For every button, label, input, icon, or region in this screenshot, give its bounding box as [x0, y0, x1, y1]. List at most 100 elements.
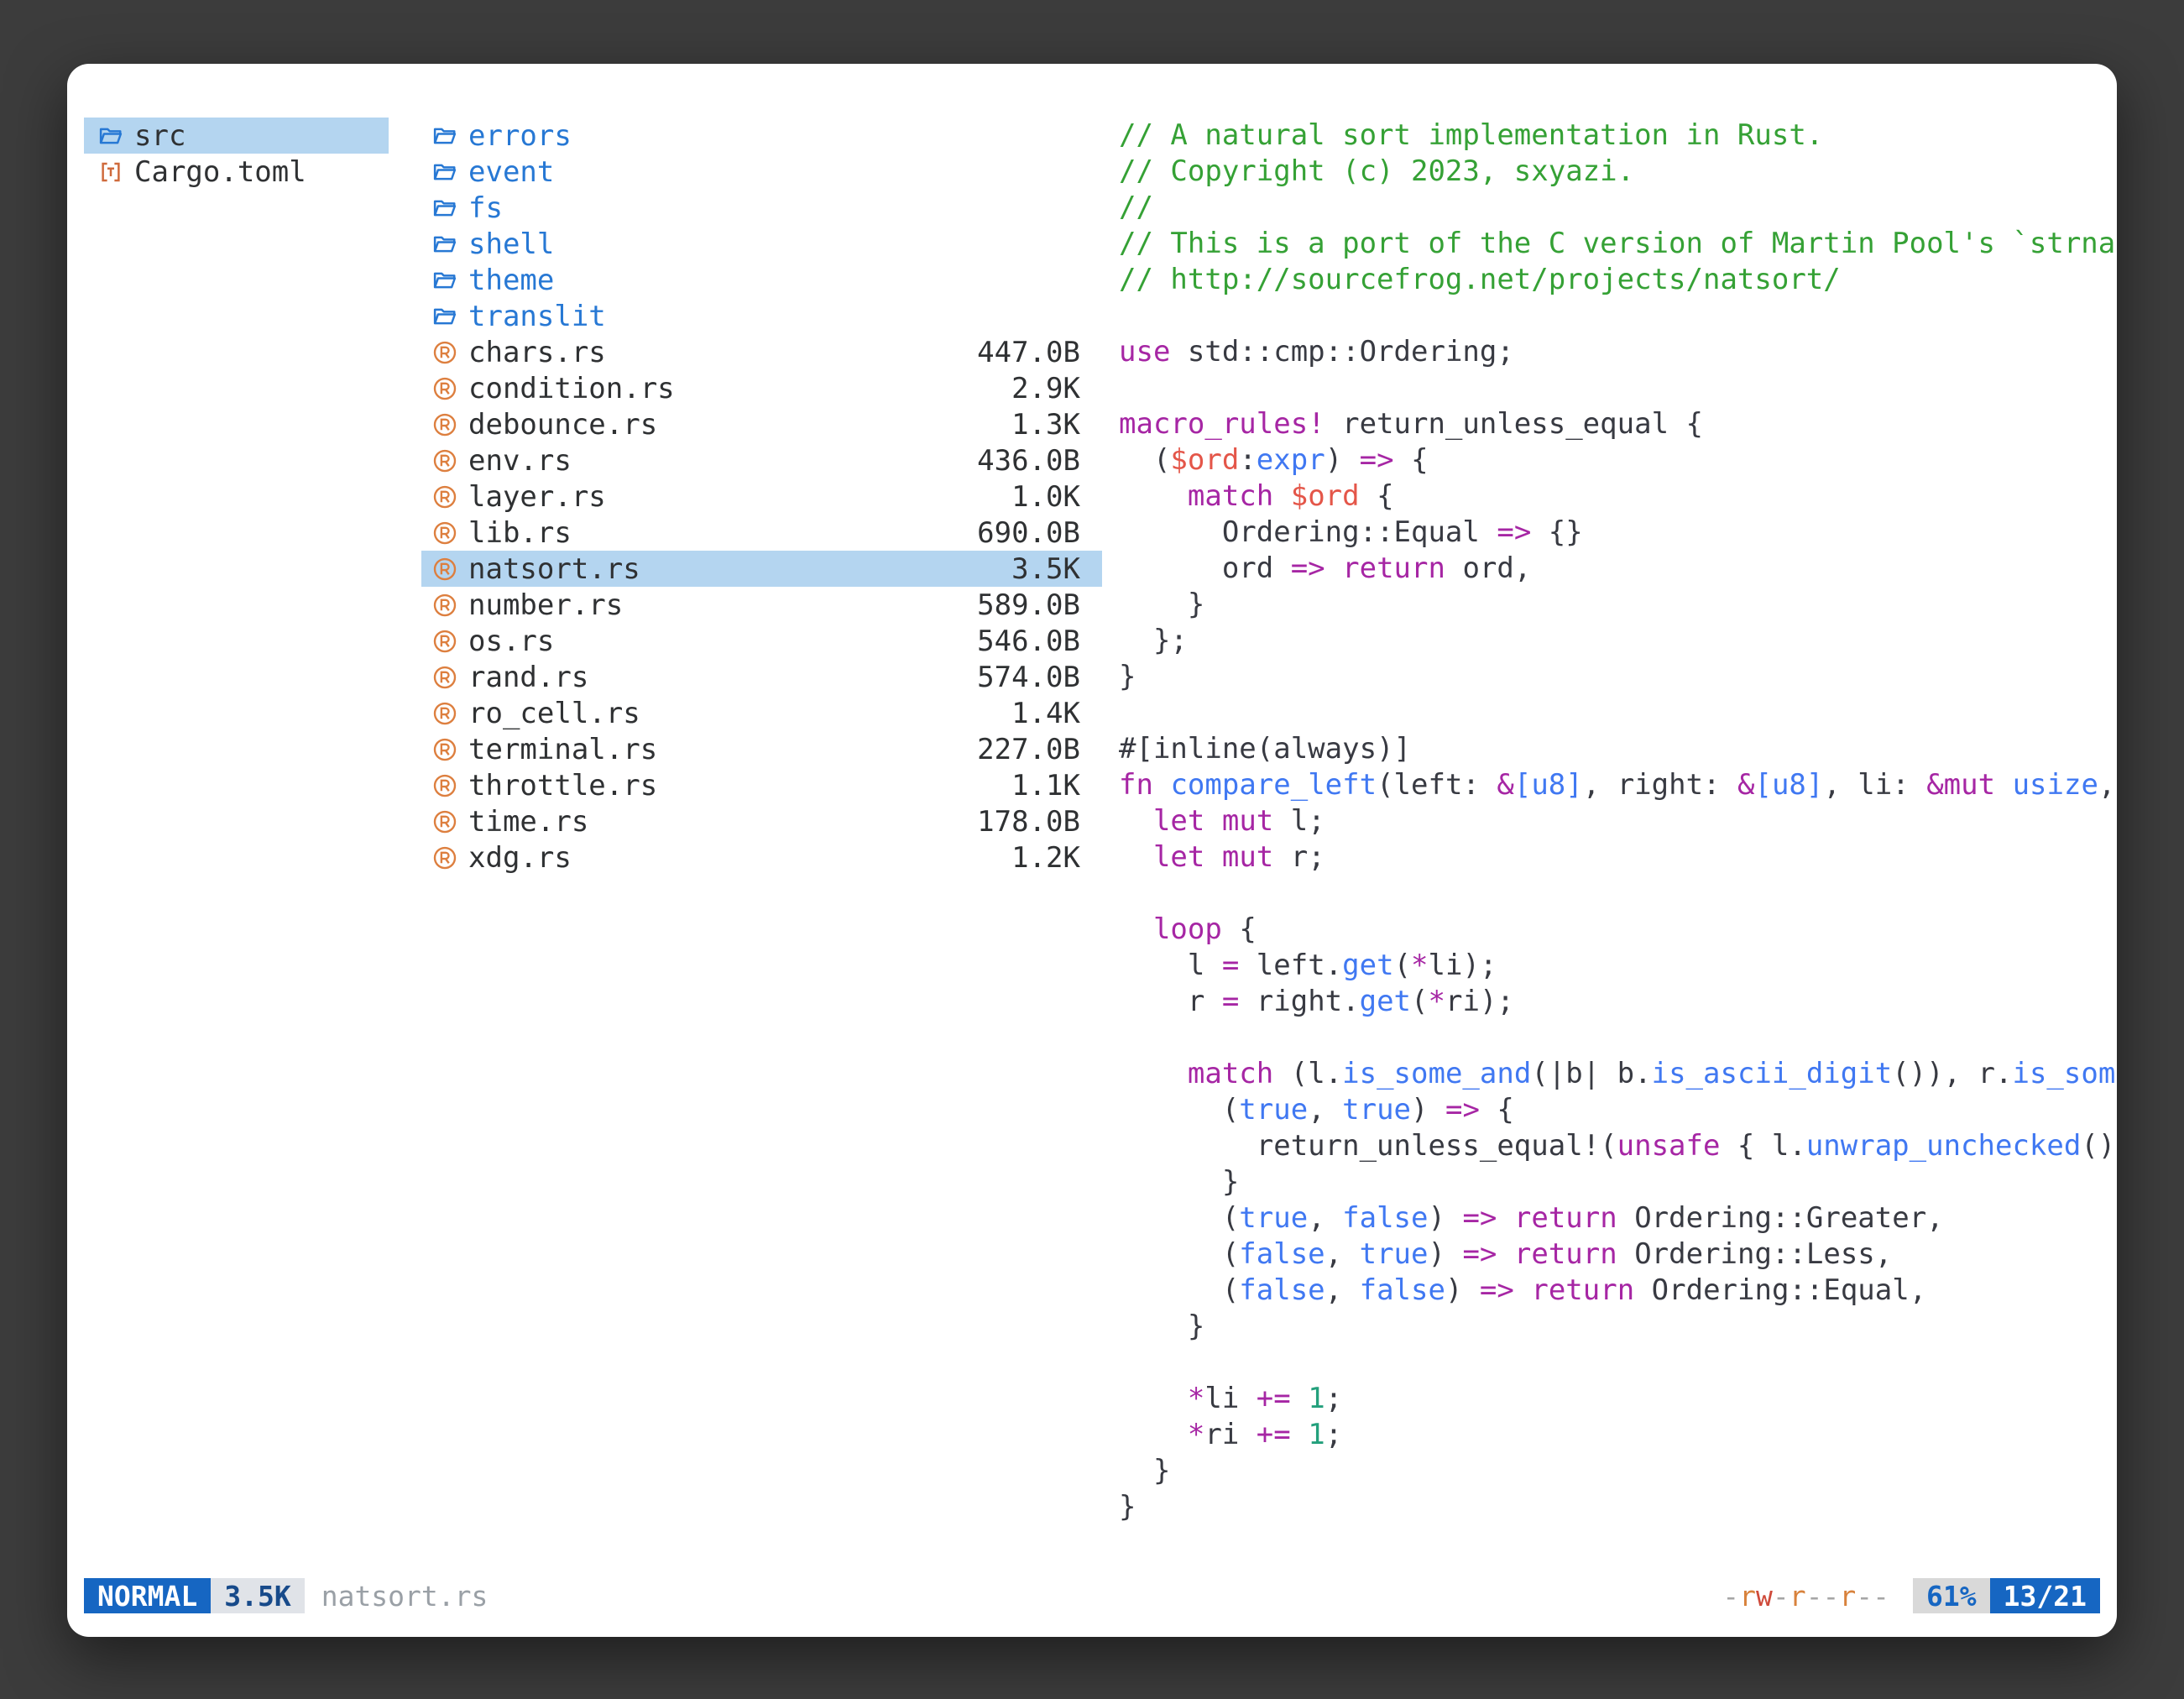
file-row[interactable]: time.rs 178.0B — [421, 803, 1102, 839]
code-line: Ordering::Equal => {} — [1119, 515, 2117, 551]
code-line: loop { — [1119, 912, 2117, 948]
pane-gap — [389, 118, 421, 1578]
entry-size: 227.0B — [977, 733, 1080, 766]
open-folder-icon — [96, 121, 126, 151]
code-line: ord => return ord, — [1119, 551, 2117, 587]
file-row[interactable]: env.rs436.0B — [421, 442, 1102, 478]
rust-file-icon — [430, 446, 460, 476]
file-row[interactable]: layer.rs1.0K — [421, 478, 1102, 515]
entry-size: 436.0B — [977, 444, 1080, 478]
open-folder-icon — [430, 193, 460, 223]
file-row[interactable]: number.rs589.0B — [421, 587, 1102, 623]
code-line: // This is a port of the C version of Ma… — [1119, 226, 2117, 262]
entry-name: debounce.rs — [468, 408, 657, 442]
entry-name: rand.rs — [468, 661, 588, 694]
file-row[interactable]: throttle.rs 1.1K — [421, 767, 1102, 803]
status-filename: natsort.rs — [321, 1578, 489, 1613]
percent-badge: 61% — [1913, 1578, 1990, 1613]
permissions: -rw-r--r-- — [1722, 1578, 1889, 1613]
entry-size: 447.0B — [977, 336, 1080, 369]
open-folder-icon — [430, 301, 460, 332]
entry-size: 589.0B — [977, 588, 1080, 622]
code-line: } — [1119, 659, 2117, 695]
code-line: let mut l; — [1119, 803, 2117, 839]
rust-file-icon — [430, 482, 460, 512]
rust-file-icon — [430, 374, 460, 404]
rust-file-icon — [430, 518, 460, 548]
code-line: return_unless_equal!(unsafe { l.unwrap_u… — [1119, 1128, 2117, 1164]
file-size-badge: 3.5K — [211, 1578, 304, 1613]
open-folder-icon — [430, 157, 460, 187]
parent-pane: srcCargo.toml — [84, 118, 389, 1578]
dir-row[interactable]: event — [421, 154, 1102, 190]
entry-size: 546.0B — [977, 625, 1080, 658]
rust-file-icon — [430, 807, 460, 837]
entry-name: time.rs — [468, 805, 588, 839]
code-line — [1119, 1020, 2117, 1056]
entry-name: natsort.rs — [468, 552, 640, 586]
entry-size: 1.3K — [1011, 408, 1080, 442]
rust-file-icon — [430, 771, 460, 801]
status-spacer — [488, 1578, 1722, 1613]
code-line: // Copyright (c) 2023, sxyazi. — [1119, 154, 2117, 190]
rust-file-icon — [430, 626, 460, 656]
entry-name: terminal.rs — [468, 733, 657, 766]
file-row[interactable]: xdg.rs1.2K — [421, 839, 1102, 876]
code-line: let mut r; — [1119, 839, 2117, 876]
dir-row[interactable]: translit — [421, 298, 1102, 334]
file-row[interactable]: rand.rs 574.0B — [421, 659, 1102, 695]
status-bar: NORMAL 3.5K natsort.rs -rw-r--r-- 61% 13… — [84, 1578, 2100, 1613]
file-row[interactable]: os.rs 546.0B — [421, 623, 1102, 659]
file-row[interactable]: lib.rs690.0B — [421, 515, 1102, 551]
file-row[interactable]: chars.rs 447.0B — [421, 334, 1102, 370]
entry-name: event — [468, 155, 554, 189]
entry-name: os.rs — [468, 625, 554, 658]
entry-name: throttle.rs — [468, 769, 657, 802]
dir-row[interactable]: errors — [421, 118, 1102, 154]
entry-size: 1.1K — [1011, 769, 1080, 802]
code-line: (true, true) => { — [1119, 1092, 2117, 1128]
entry-name: chars.rs — [468, 336, 606, 369]
rust-file-icon — [430, 843, 460, 873]
code-line: #[inline(always)] — [1119, 731, 2117, 767]
code-line: fn compare_left(left: &[u8], right: &[u8… — [1119, 767, 2117, 803]
code-line — [1119, 695, 2117, 731]
code-line: (false, true) => return Ordering::Less, — [1119, 1236, 2117, 1273]
code-line: r = right.get(*ri); — [1119, 984, 2117, 1020]
code-line: macro_rules! return_unless_equal { — [1119, 406, 2117, 442]
rust-file-icon — [430, 410, 460, 440]
entry-name: lib.rs — [468, 516, 572, 550]
dir-row[interactable]: theme — [421, 262, 1102, 298]
code-line — [1119, 1345, 2117, 1381]
rust-file-icon — [430, 590, 460, 620]
entry-name: src — [134, 119, 185, 153]
code-line: (true, false) => return Ordering::Greate… — [1119, 1200, 2117, 1236]
entry-size: 178.0B — [977, 805, 1080, 839]
panes-container: srcCargo.toml errorseventfsshellthemetra… — [67, 64, 2117, 1578]
file-manager-window: srcCargo.toml errorseventfsshellthemetra… — [67, 64, 2117, 1637]
file-row[interactable]: debounce.rs 1.3K — [421, 406, 1102, 442]
file-row[interactable]: ro_cell.rs1.4K — [421, 695, 1102, 731]
file-row[interactable]: natsort.rs 3.5K — [421, 551, 1102, 587]
entry-size: 574.0B — [977, 661, 1080, 694]
open-folder-icon — [430, 121, 460, 151]
rust-file-icon — [430, 554, 460, 584]
code-line: }; — [1119, 623, 2117, 659]
file-row[interactable]: condition.rs2.9K — [421, 370, 1102, 406]
preview-pane: // A natural sort implementation in Rust… — [1119, 118, 2117, 1578]
entry-name: fs — [468, 191, 503, 225]
entry-name: shell — [468, 227, 554, 261]
file-row[interactable]: Cargo.toml — [84, 154, 389, 190]
code-line: // — [1119, 190, 2117, 226]
entry-name: theme — [468, 264, 554, 297]
code-line: match $ord { — [1119, 478, 2117, 515]
entry-name: errors — [468, 119, 572, 153]
dir-row[interactable]: src — [84, 118, 389, 154]
entry-size: 3.5K — [1011, 552, 1080, 586]
dir-row[interactable]: shell — [421, 226, 1102, 262]
file-row[interactable]: terminal.rs 227.0B — [421, 731, 1102, 767]
entry-size: 1.2K — [1011, 841, 1080, 875]
rust-file-icon — [430, 662, 460, 693]
dir-row[interactable]: fs — [421, 190, 1102, 226]
entry-size: 1.0K — [1011, 480, 1080, 514]
